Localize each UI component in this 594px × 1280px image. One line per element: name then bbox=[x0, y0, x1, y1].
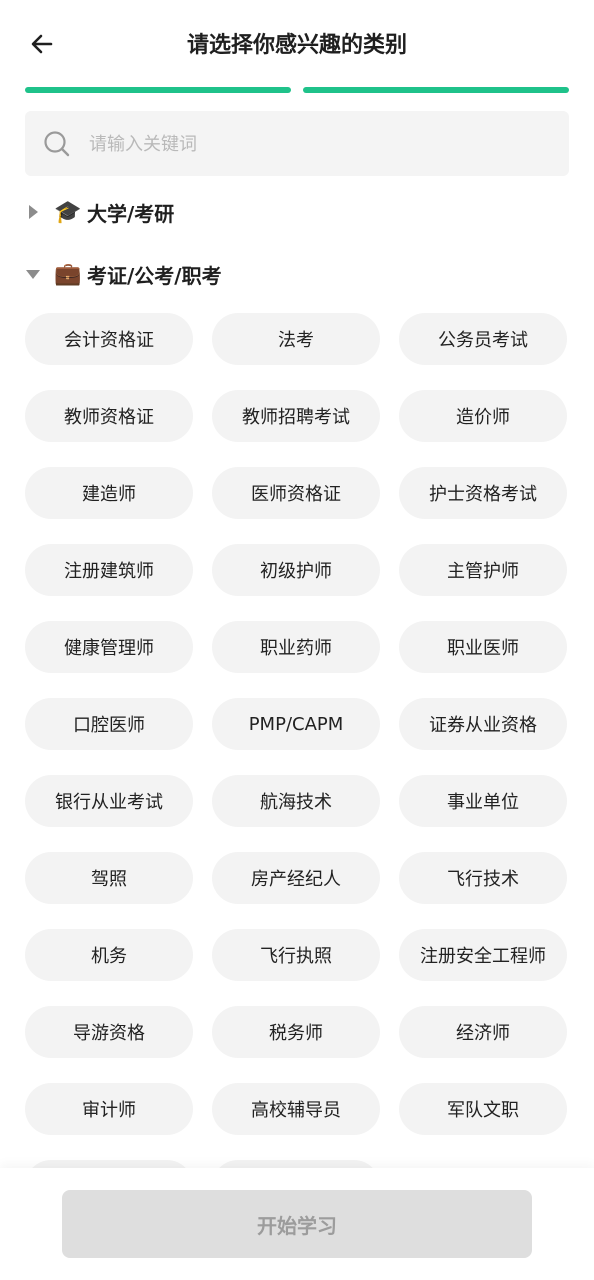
search-icon bbox=[44, 131, 70, 157]
tag-chip[interactable]: 高校辅导员 bbox=[212, 1083, 380, 1135]
tag-chip[interactable]: 驾照 bbox=[25, 852, 193, 904]
tag-grid: 会计资格证 法考 公务员考试 教师资格证 教师招聘考试 造价师 建造师 医师资格… bbox=[25, 313, 569, 1212]
tag-chip[interactable]: 军队文职 bbox=[399, 1083, 567, 1135]
page-title: 请选择你感兴趣的类别 bbox=[186, 33, 407, 58]
tag-chip[interactable]: 航海技术 bbox=[212, 775, 380, 827]
tag-chip[interactable]: 导游资格 bbox=[25, 1006, 193, 1058]
briefcase-icon: 💼 bbox=[54, 261, 82, 287]
tag-chip[interactable]: 医师资格证 bbox=[212, 467, 380, 519]
search-bar[interactable] bbox=[25, 111, 569, 178]
tag-chip[interactable]: 事业单位 bbox=[399, 775, 567, 827]
tag-chip[interactable]: 证券从业资格 bbox=[399, 698, 567, 750]
tag-chip[interactable]: 注册安全工程师 bbox=[399, 929, 567, 981]
tag-chip[interactable]: 法考 bbox=[212, 313, 380, 365]
header: 请选择你感兴趣的类别 bbox=[0, 0, 594, 86]
tag-chip[interactable]: 飞行技术 bbox=[399, 852, 567, 904]
category-label: 大学/考研 bbox=[87, 201, 175, 226]
tag-chip[interactable]: 护士资格考试 bbox=[399, 467, 567, 519]
tag-chip[interactable]: 注册建筑师 bbox=[25, 544, 193, 596]
progress-step-2 bbox=[303, 87, 569, 93]
footer: 开始学习 bbox=[0, 1168, 594, 1280]
tag-chip[interactable]: 口腔医师 bbox=[25, 698, 193, 750]
tag-chip[interactable]: 机务 bbox=[25, 929, 193, 981]
tag-chip[interactable]: 教师资格证 bbox=[25, 390, 193, 442]
category-university[interactable]: 🎓 大学/考研 bbox=[25, 196, 174, 228]
category-label: 考证/公考/职考 bbox=[87, 263, 222, 288]
category-exams[interactable]: 💼 考证/公考/职考 bbox=[25, 258, 222, 290]
tag-chip[interactable]: 主管护师 bbox=[399, 544, 567, 596]
page: 请选择你感兴趣的类别 🎓 大学/考研 💼 考证/公考/职考 会计资格证 法考 公… bbox=[0, 0, 594, 1280]
tag-chip[interactable]: PMP/CAPM bbox=[212, 698, 380, 750]
tag-chip[interactable]: 职业药师 bbox=[212, 621, 380, 673]
progress-step-1 bbox=[25, 87, 291, 93]
tag-chip[interactable]: 教师招聘考试 bbox=[212, 390, 380, 442]
caret-right-icon bbox=[25, 204, 41, 220]
tag-chip[interactable]: 建造师 bbox=[25, 467, 193, 519]
tag-chip[interactable]: 银行从业考试 bbox=[25, 775, 193, 827]
tag-chip[interactable]: 公务员考试 bbox=[399, 313, 567, 365]
tag-chip[interactable]: 健康管理师 bbox=[25, 621, 193, 673]
tag-chip[interactable]: 税务师 bbox=[212, 1006, 380, 1058]
search-input[interactable] bbox=[87, 111, 551, 178]
tag-chip[interactable]: 审计师 bbox=[25, 1083, 193, 1135]
tag-chip[interactable]: 造价师 bbox=[399, 390, 567, 442]
tag-chip[interactable]: 飞行执照 bbox=[212, 929, 380, 981]
tag-chip[interactable]: 初级护师 bbox=[212, 544, 380, 596]
tag-chip[interactable]: 房产经纪人 bbox=[212, 852, 380, 904]
tag-chip[interactable]: 经济师 bbox=[399, 1006, 567, 1058]
tag-chip[interactable]: 会计资格证 bbox=[25, 313, 193, 365]
graduation-cap-icon: 🎓 bbox=[54, 199, 82, 225]
start-learning-button[interactable]: 开始学习 bbox=[62, 1190, 532, 1258]
tag-chip[interactable]: 职业医师 bbox=[399, 621, 567, 673]
caret-down-icon bbox=[25, 266, 41, 282]
